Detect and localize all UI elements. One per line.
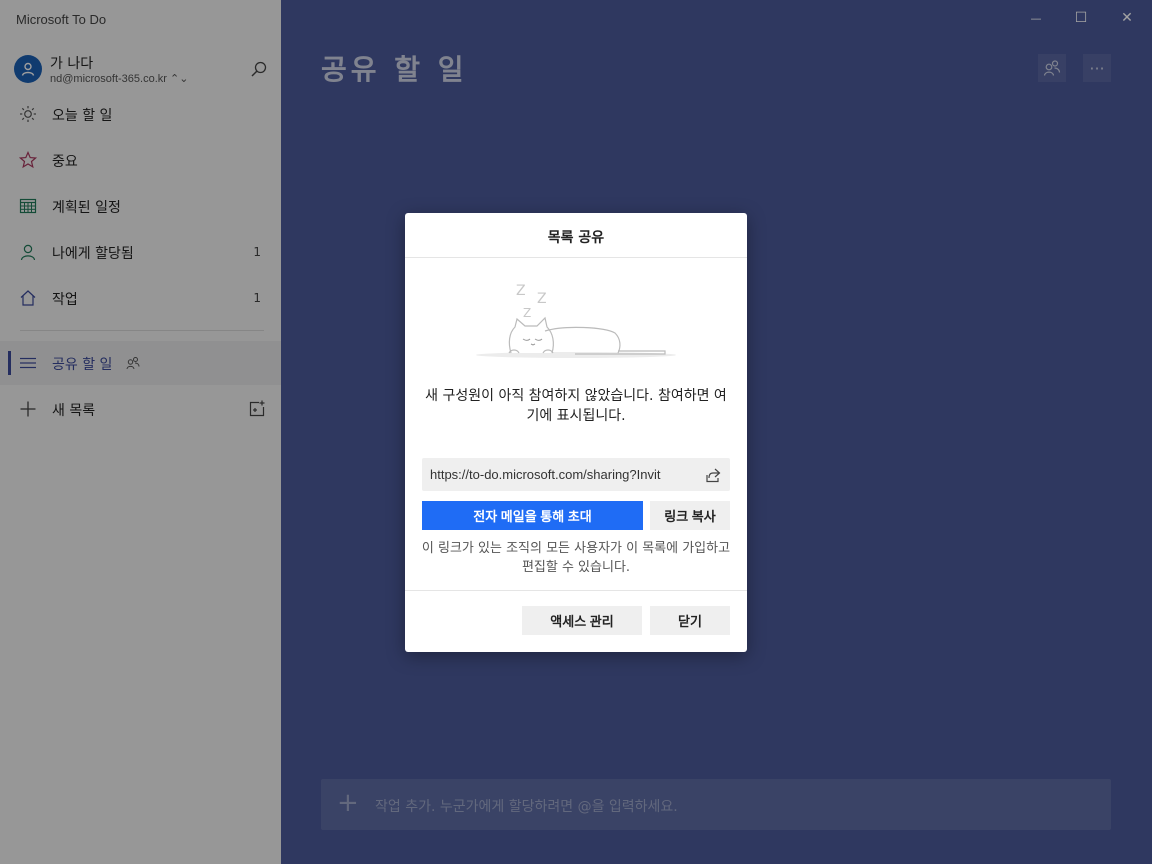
page-title: 공유 할 일	[321, 53, 468, 86]
more-icon: ···	[1089, 58, 1105, 78]
sidebar-item-my-day[interactable]: 오늘 할 일	[0, 92, 281, 136]
sun-icon	[18, 104, 38, 124]
more-options-button[interactable]: ···	[1083, 54, 1111, 82]
sidebar-item-label: 작업	[52, 292, 78, 308]
search-icon	[251, 61, 267, 77]
sidebar-item-important[interactable]: 중요	[0, 138, 281, 182]
share-link-field[interactable]: https://to-do.microsoft.com/sharing?Invi…	[422, 458, 730, 491]
dialog-title: 목록 공유	[547, 230, 605, 246]
calendar-icon	[18, 196, 38, 216]
shared-people-icon	[126, 355, 140, 374]
link-permission-note: 이 링크가 있는 조직의 모든 사용자가 이 목록에 가입하고 편집할 수 있습…	[421, 541, 731, 575]
sidebar-item-label: 나에게 할당됨	[52, 246, 134, 262]
plus-icon	[18, 399, 38, 419]
manage-access-button[interactable]: 액세스 관리	[522, 606, 642, 635]
dialog-divider	[405, 257, 747, 258]
zzz-letter-3: Z	[523, 306, 531, 320]
search-button[interactable]	[248, 58, 270, 80]
add-task-input[interactable]: + 작업 추가. 누군가에게 할당하려면 @을 입력하세요.	[321, 779, 1111, 830]
sidebar: Microsoft To Do 가 나다 nd@microsoft-365.co…	[0, 0, 281, 864]
home-icon	[18, 288, 38, 308]
sidebar-item-count: 1	[253, 245, 261, 259]
sidebar-item-label: 중요	[52, 154, 78, 170]
share-people-icon	[1043, 60, 1061, 76]
new-group-icon[interactable]	[248, 400, 266, 422]
share-list-dialog: 목록 공유 Z Z Z 새 구성원이 아직 참여하지 않았습니다. 참여하면 여…	[405, 213, 747, 652]
sidebar-item-assigned[interactable]: 나에게 할당됨 1	[0, 230, 281, 274]
new-list-button[interactable]: 새 목록	[0, 387, 281, 431]
invite-by-email-button[interactable]: 전자 메일을 통해 초대	[422, 501, 643, 530]
profile-email: nd@microsoft-365.co.kr ⌃⌄	[50, 73, 189, 85]
plus-icon: +	[337, 788, 359, 818]
dialog-footer-divider	[405, 590, 747, 591]
copy-link-button[interactable]: 링크 복사	[650, 501, 730, 530]
close-window-button[interactable]: ✕	[1105, 6, 1149, 30]
close-icon: ✕	[1121, 10, 1133, 26]
minimize-icon: —	[1030, 11, 1042, 25]
share-link-url: https://to-do.microsoft.com/sharing?Invi…	[430, 467, 661, 482]
close-dialog-button[interactable]: 닫기	[650, 606, 730, 635]
minimize-button[interactable]: —	[1014, 6, 1058, 30]
star-icon	[18, 150, 38, 170]
sidebar-divider	[20, 330, 264, 331]
zzz-letter-1: Z	[516, 283, 526, 299]
list-icon	[18, 353, 38, 373]
maximize-button[interactable]: ☐	[1059, 6, 1103, 30]
active-indicator	[8, 351, 11, 375]
empty-members-message: 새 구성원이 아직 참여하지 않았습니다. 참여하면 여기에 표시됩니다.	[425, 388, 727, 424]
person-icon	[21, 62, 35, 76]
sidebar-item-label: 오늘 할 일	[52, 108, 113, 124]
person-icon	[18, 242, 38, 262]
share-out-icon[interactable]	[704, 466, 722, 484]
new-list-label: 새 목록	[52, 403, 96, 419]
maximize-icon: ☐	[1074, 10, 1088, 26]
sidebar-item-planned[interactable]: 계획된 일정	[0, 184, 281, 228]
profile[interactable]: 가 나다 nd@microsoft-365.co.kr ⌃⌄	[12, 52, 272, 88]
sidebar-item-tasks[interactable]: 작업 1	[0, 276, 281, 320]
zzz-letter-2: Z	[537, 291, 547, 307]
app-title: Microsoft To Do	[16, 12, 107, 27]
sidebar-item-count: 1	[253, 291, 261, 305]
sleeping-cat-illustration: Z Z Z	[476, 283, 676, 358]
sidebar-item-label: 계획된 일정	[52, 200, 121, 216]
share-button[interactable]	[1038, 54, 1066, 82]
profile-name: 가 나다	[50, 56, 94, 72]
sidebar-item-shared-list[interactable]: 공유 할 일	[0, 341, 281, 385]
sidebar-item-label: 공유 할 일	[52, 357, 113, 373]
avatar	[14, 55, 42, 83]
add-task-placeholder: 작업 추가. 누군가에게 할당하려면 @을 입력하세요.	[375, 799, 678, 815]
